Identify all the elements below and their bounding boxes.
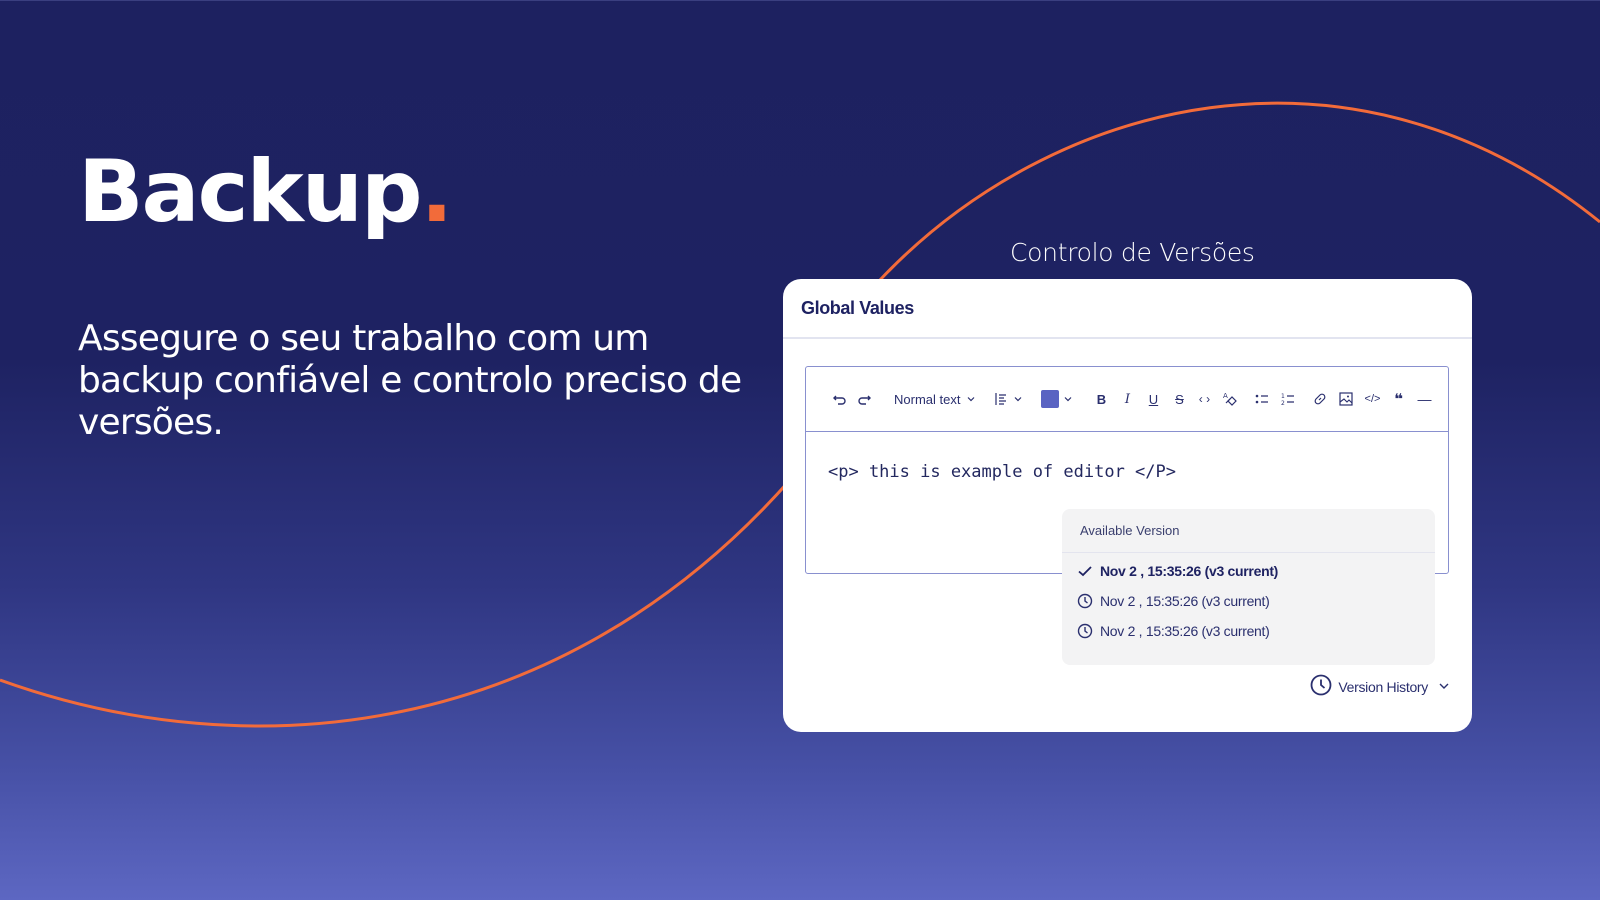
top-border (0, 0, 1600, 1)
editor-content[interactable]: <p> this is example of editor </P> (806, 432, 1448, 512)
version-item[interactable]: Nov 2 , 15:35:26 (v3 current) (1062, 556, 1435, 586)
text-style-dropdown[interactable]: Normal text (876, 387, 976, 411)
clear-format-button[interactable]: A (1219, 387, 1241, 411)
redo-button[interactable] (852, 387, 876, 411)
numbered-list-button[interactable]: 12 (1277, 387, 1299, 411)
version-history-label: Version History (1338, 678, 1428, 695)
clear-format-icon: A (1223, 392, 1238, 406)
numbered-list-icon: 12 (1281, 393, 1295, 407)
link-icon (1315, 393, 1326, 405)
code-block-button[interactable]: </> (1361, 387, 1383, 411)
strikethrough-button[interactable]: S (1169, 387, 1189, 411)
check-icon (1076, 562, 1094, 580)
underline-button[interactable]: U (1143, 387, 1163, 411)
version-history-button[interactable]: Version History (1310, 674, 1450, 699)
chevron-down-icon (1065, 397, 1072, 402)
version-item[interactable]: Nov 2 , 15:35:26 (v3 current) (1062, 586, 1435, 616)
bold-button[interactable]: B (1091, 387, 1111, 411)
bullet-list-button[interactable] (1251, 387, 1273, 411)
svg-text:1: 1 (1281, 393, 1285, 400)
bullet-list-icon (1256, 394, 1269, 404)
available-versions-dropdown: Available Version Nov 2 , 15:35:26 (v3 c… (1062, 509, 1435, 665)
redo-icon (858, 395, 871, 405)
image-icon (1339, 392, 1354, 406)
version-label: Nov 2 , 15:35:26 (v3 current) (1100, 563, 1279, 579)
version-label: Nov 2 , 15:35:26 (v3 current) (1100, 623, 1270, 639)
clock-icon (1076, 622, 1094, 640)
inline-code-button[interactable]: ‹ › (1193, 387, 1215, 411)
version-label: Nov 2 , 15:35:26 (v3 current) (1100, 593, 1270, 609)
title-accent-dot: . (420, 142, 454, 242)
clock-icon (1076, 592, 1094, 610)
svg-text:2: 2 (1281, 400, 1285, 407)
orange-arc-bottom (0, 479, 792, 728)
undo-icon (833, 395, 846, 405)
panel-caption: Controlo de Versões (1010, 238, 1255, 267)
align-dropdown[interactable] (994, 387, 1023, 411)
chevron-down-icon (1438, 679, 1450, 695)
image-button[interactable] (1335, 387, 1357, 411)
versions-title: Available Version (1062, 509, 1435, 553)
hero-title: Backup. (78, 142, 454, 242)
global-values-card: Global Values Normal text B I U S ‹ › A … (783, 279, 1472, 732)
color-swatch (1041, 390, 1060, 408)
hero-subtitle: Assegure o seu trabalho com um backup co… (78, 318, 742, 443)
divider-button[interactable]: — (1413, 387, 1435, 411)
quote-button[interactable]: ❝ (1387, 387, 1409, 411)
text-color-dropdown[interactable] (1041, 387, 1073, 411)
link-button[interactable] (1309, 387, 1331, 411)
align-icon (995, 393, 1007, 405)
version-item[interactable]: Nov 2 , 15:35:26 (v3 current) (1062, 616, 1435, 646)
card-title: Global Values (783, 279, 1472, 339)
chevron-down-icon (968, 397, 975, 402)
chevron-down-icon (1015, 397, 1022, 402)
editor-toolbar: Normal text B I U S ‹ › A 12 </> ❝ — (806, 367, 1448, 432)
undo-button[interactable] (828, 387, 852, 411)
italic-button[interactable]: I (1117, 387, 1137, 411)
svg-text:A: A (1223, 392, 1228, 400)
text-style-label: Normal text (894, 391, 961, 407)
clock-icon (1310, 674, 1332, 699)
